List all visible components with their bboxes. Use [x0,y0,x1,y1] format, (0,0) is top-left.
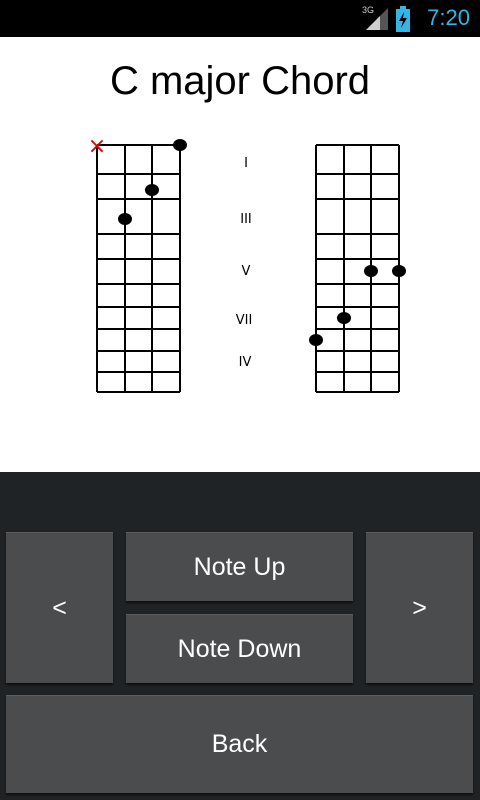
finger-dot [309,334,323,346]
right-fretboard [315,144,400,393]
finger-dot [118,213,132,225]
control-panel: < Note Up Note Down > Back [0,472,480,800]
note-down-button[interactable]: Note Down [126,614,353,683]
finger-dot [337,312,351,324]
chord-diagrams: × I III V VII IV [88,134,406,393]
finger-dot [364,265,378,277]
chord-view: C major Chord × I III V VII IV [0,37,480,472]
signal-icon [366,8,388,30]
next-chord-button[interactable]: > [366,532,473,683]
left-fretboard [96,144,181,393]
fret-marker-5: V [242,264,251,279]
fret-marker-3: III [240,212,252,227]
fret-marker-1: I [244,156,248,171]
previous-chord-button[interactable]: < [6,532,113,683]
finger-dot [173,139,187,151]
finger-dot [145,184,159,196]
battery-charging-icon [396,6,410,32]
status-time: 7:20 [427,5,470,30]
fret-marker-7: VII [236,313,253,328]
back-button[interactable]: Back [6,695,473,793]
muted-string-marker: × [88,134,106,159]
note-up-button[interactable]: Note Up [126,532,353,601]
finger-dot [392,265,406,277]
fret-marker-9: IV [239,355,252,370]
status-bar: 3G 7:20 [0,0,480,37]
